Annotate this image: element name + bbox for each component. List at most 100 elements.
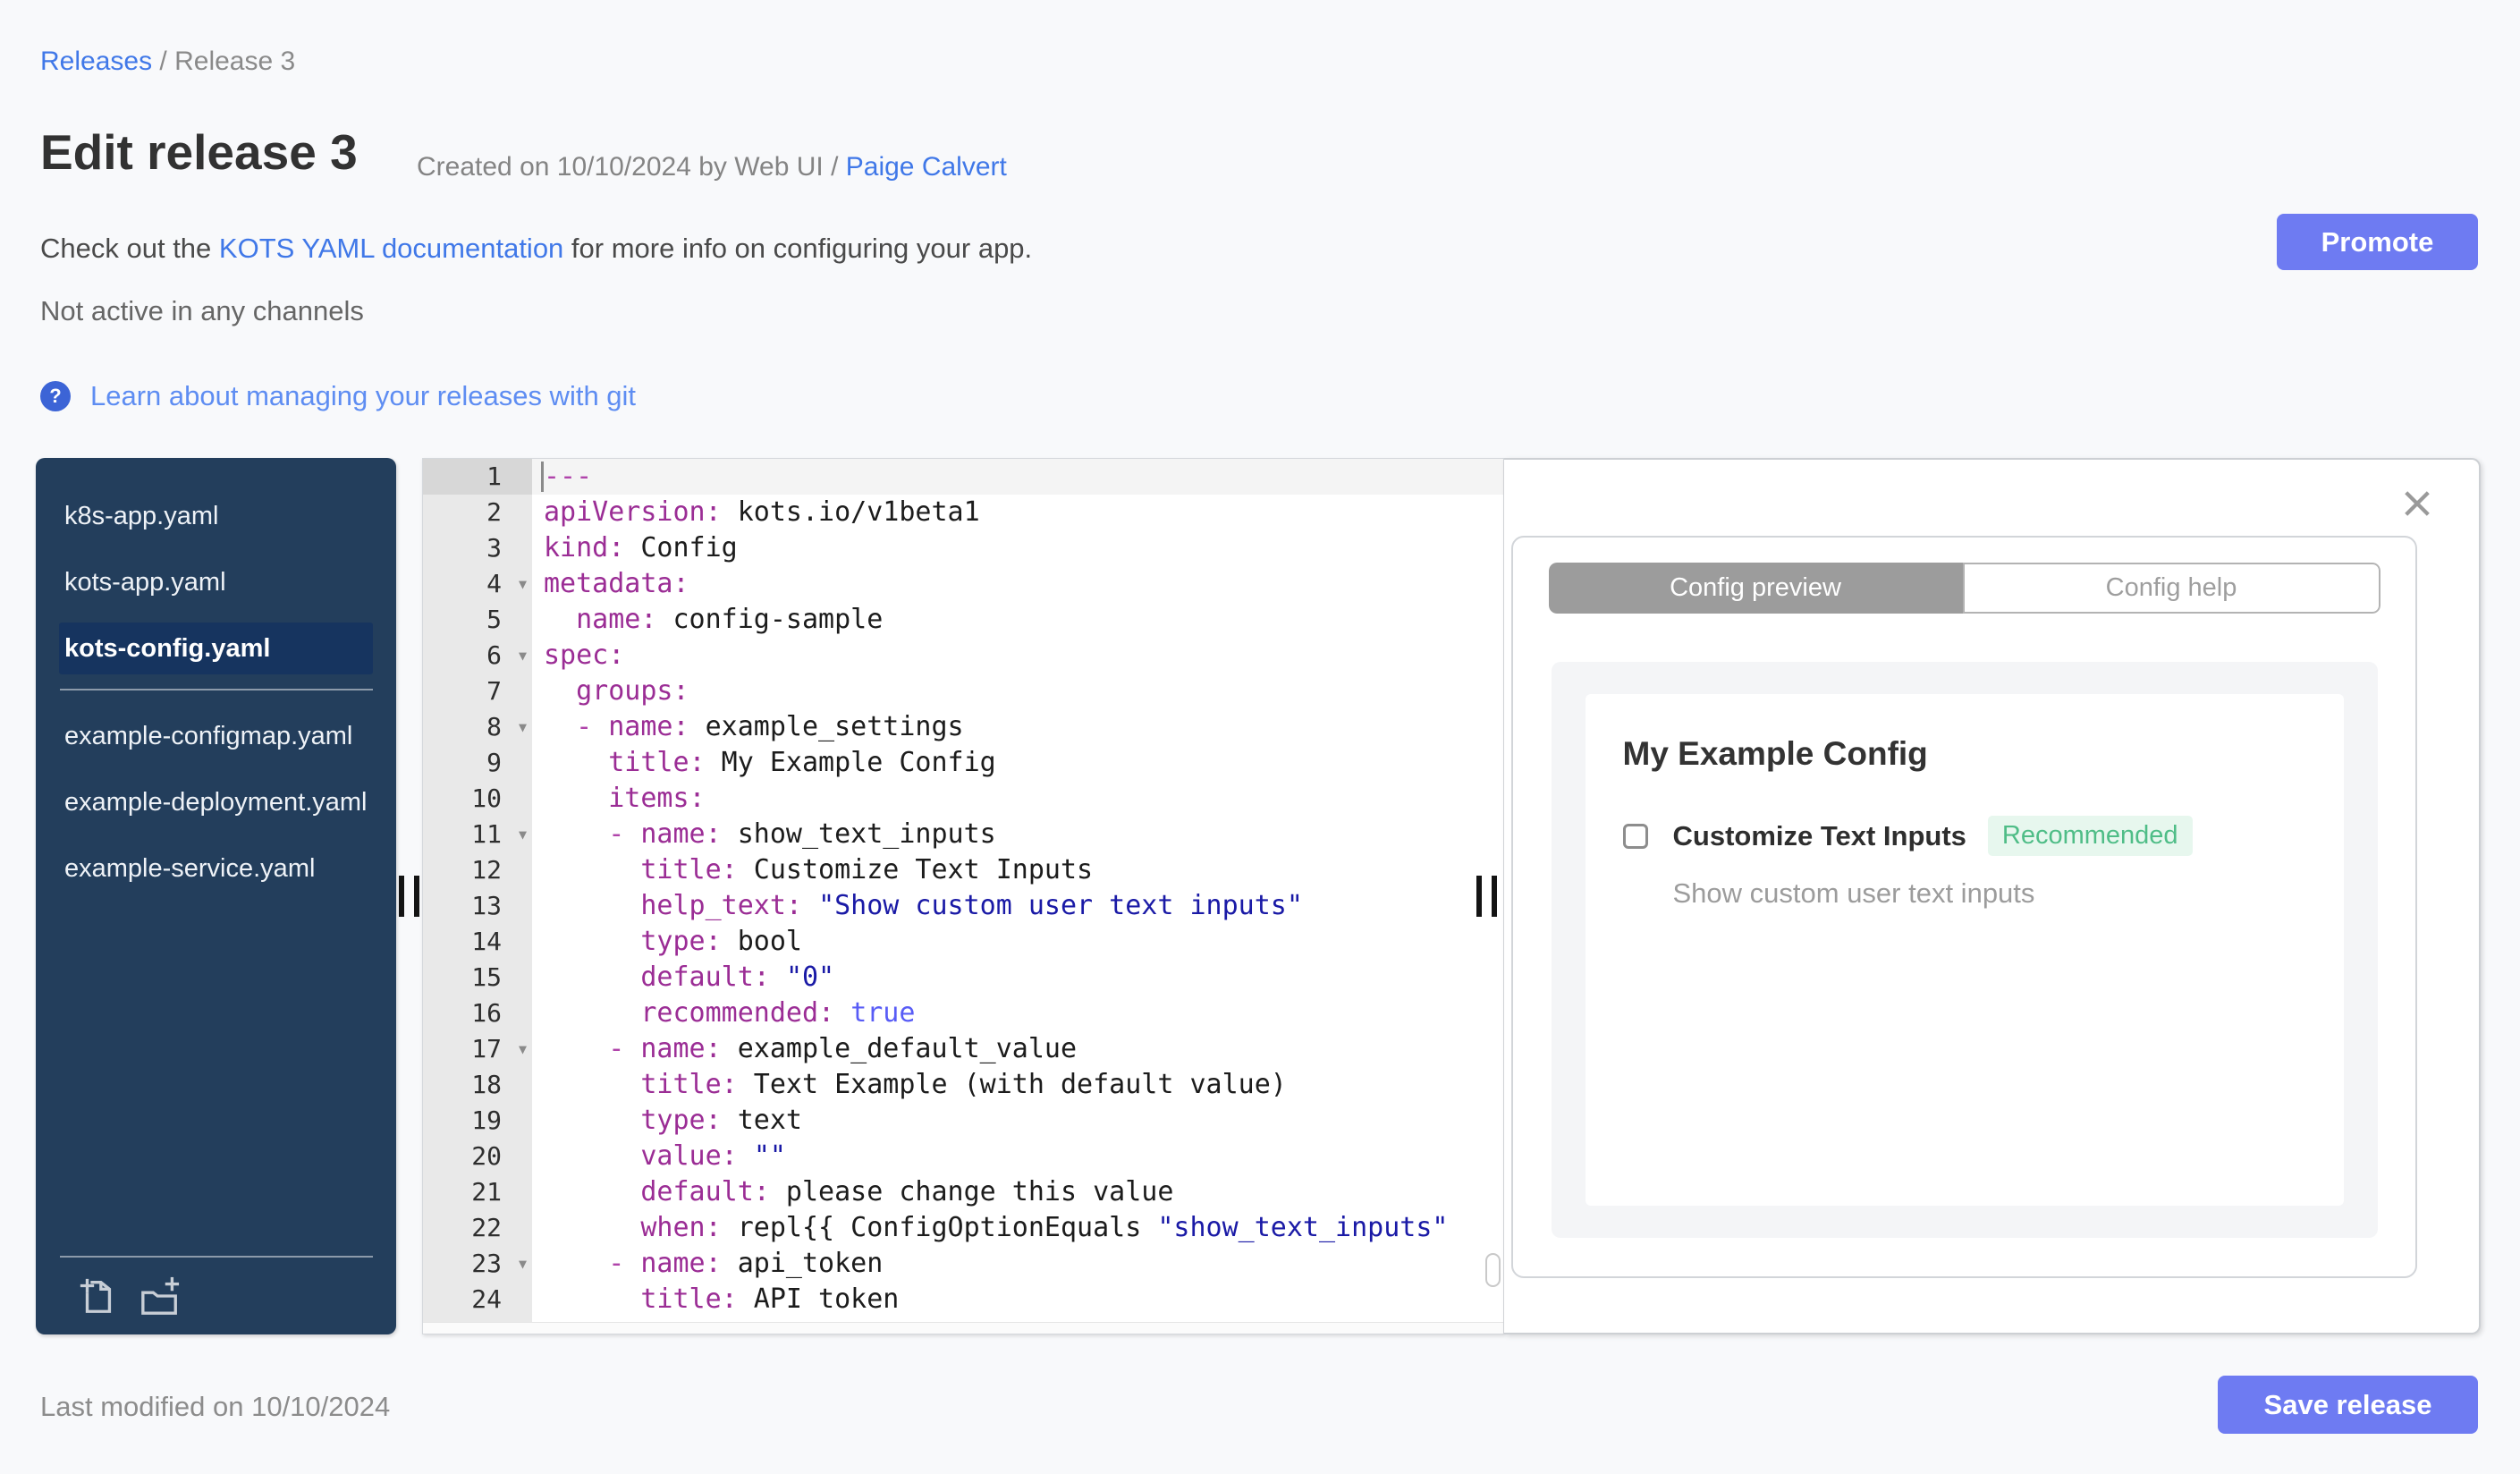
page-title: Edit release 3 — [40, 124, 358, 180]
save-release-button[interactable]: Save release — [2218, 1376, 2478, 1434]
code-line: when: repl{{ ConfigOptionEquals "show_te… — [640, 1212, 1449, 1243]
code-line: default: "0" — [640, 961, 835, 993]
code-line: title: Customize Text Inputs — [640, 854, 1094, 885]
channel-status: Not active in any channels — [40, 295, 364, 326]
line-number: 19 — [471, 1106, 502, 1135]
code-line: - name: show_text_inputs — [608, 818, 996, 850]
sidebar-actions — [36, 1252, 396, 1334]
code-line: title: API token — [640, 1283, 900, 1315]
line-number: 23 ▼ — [423, 1246, 532, 1282]
config-tabs: Config preview Config help — [1548, 563, 2380, 614]
line-number: 9 — [486, 748, 502, 777]
tab-config-help[interactable]: Config help — [1962, 563, 2380, 614]
line-number: 6 ▼ — [423, 638, 532, 673]
fold-arrow-icon[interactable]: ▼ — [519, 1031, 527, 1067]
sidebar-resize-handle[interactable] — [396, 458, 422, 1334]
breadcrumb-separator: / — [152, 47, 175, 76]
docs-text-before: Check out the — [40, 233, 219, 264]
fold-arrow-icon[interactable]: ▼ — [519, 566, 527, 602]
line-number: 18 — [471, 1070, 502, 1099]
helm-file-list: example-configmap.yaml example-deployment… — [36, 710, 396, 894]
add-file-icon[interactable] — [77, 1275, 118, 1317]
code-line: - name: api_token — [608, 1248, 884, 1279]
line-number: 2 — [486, 497, 502, 527]
author-link[interactable]: Paige Calvert — [846, 152, 1007, 182]
line-number: 12 — [471, 855, 502, 885]
code-line: type: text — [640, 1105, 802, 1136]
line-number: 24 — [471, 1284, 502, 1314]
sidebar-file-k8s-app-yaml[interactable]: k8s-app.yaml — [59, 490, 373, 542]
line-number: 22 — [471, 1213, 502, 1242]
question-mark-icon: ? — [40, 381, 71, 411]
editor-code[interactable]: --- apiVersion: kots.io/v1beta1 kind: Conf… — [532, 459, 1503, 1322]
created-info: Created on 10/10/2024 by Web UI / Paige … — [417, 152, 1007, 182]
editor-gutter: 1 2 3 4 ▼ 5 6 ▼ 7 8 ▼ 9 10 11 ▼ 12 13 14 15 16 17 ▼ 18 19 20 21 22… — [423, 459, 532, 1322]
promote-button[interactable]: Promote — [2277, 214, 2478, 270]
release-editor-row: k8s-app.yaml kots-app.yaml kots-config.yam… — [36, 458, 2481, 1334]
docs-line: Check out the KOTS YAML documentation fo… — [40, 233, 1032, 265]
config-item-row: Customize Text Inputs Recommended — [1622, 816, 2317, 856]
git-releases-link[interactable]: Learn about managing your releases with … — [90, 380, 636, 412]
kots-file-list: k8s-app.yaml kots-app.yaml kots-config.yam… — [36, 490, 396, 674]
file-group-divider — [60, 689, 373, 690]
code-line: help_text: "Show custom user text inputs… — [640, 890, 1303, 921]
editor-resize-handle[interactable] — [1473, 459, 1500, 1334]
line-number: 7 — [486, 676, 502, 706]
resize-bar — [414, 876, 419, 917]
code-line: value: "" — [640, 1140, 786, 1172]
line-number: 1 — [423, 459, 532, 495]
tab-config-preview[interactable]: Config preview — [1548, 563, 1963, 614]
code-line: - name: example_settings — [576, 711, 964, 742]
edit-release-page: Releases / Release 3 Edit release 3 Crea… — [0, 0, 2520, 1474]
code-line: recommended: true — [640, 997, 916, 1029]
yaml-editor[interactable]: 1 2 3 4 ▼ 5 6 ▼ 7 8 ▼ 9 10 11 ▼ 12 13 14 15 16 17 ▼ 18 19 20 21 22… — [422, 458, 1504, 1334]
code-line: metadata: — [544, 568, 689, 599]
config-preview-area: My Example Config Customize Text Inputs … — [1551, 662, 2378, 1238]
code-line: kind: Config — [544, 532, 738, 563]
breadcrumb: Releases / Release 3 — [40, 47, 295, 77]
kots-yaml-docs-link[interactable]: KOTS YAML documentation — [219, 233, 563, 264]
line-number: 11 ▼ — [423, 817, 532, 852]
code-line: spec: — [544, 640, 625, 671]
fold-arrow-icon[interactable]: ▼ — [519, 709, 527, 745]
line-number: 8 ▼ — [423, 709, 532, 745]
fold-arrow-icon[interactable]: ▼ — [519, 638, 527, 673]
git-help-line: ? Learn about managing your releases wit… — [40, 380, 636, 412]
line-number: 21 — [471, 1177, 502, 1207]
sidebar-file-example-service-yaml[interactable]: example-service.yaml — [59, 843, 373, 894]
code-line: groups: — [576, 675, 689, 707]
config-preview-panel: Config preview Config help My Example Con… — [1504, 458, 2481, 1334]
fold-arrow-icon[interactable]: ▼ — [519, 1246, 527, 1282]
editor-hscrollbar[interactable] — [423, 1322, 1503, 1334]
resize-bar — [399, 876, 404, 917]
breadcrumb-current: Release 3 — [174, 47, 296, 76]
line-number: 13 — [471, 891, 502, 920]
code-line: title: Text Example (with default value) — [640, 1069, 1287, 1100]
line-number: 25 — [423, 1317, 532, 1322]
sidebar-file-kots-config-yaml[interactable]: kots-config.yaml — [59, 623, 373, 674]
customize-text-inputs-checkbox[interactable] — [1622, 823, 1648, 849]
breadcrumb-releases-link[interactable]: Releases — [40, 47, 152, 76]
sidebar-file-example-configmap-yaml[interactable]: example-configmap.yaml — [59, 710, 373, 762]
code-line: title: My Example Config — [608, 747, 996, 778]
code-line: type: bool — [640, 926, 802, 957]
add-folder-icon[interactable] — [138, 1275, 182, 1317]
code-viewport: 1 2 3 4 ▼ 5 6 ▼ 7 8 ▼ 9 10 11 ▼ 12 13 14 15 16 17 ▼ 18 19 20 21 22… — [423, 459, 1503, 1322]
fold-arrow-icon[interactable]: ▼ — [519, 817, 527, 852]
recommended-badge: Recommended — [1987, 816, 2193, 856]
sidebar-file-example-deployment-yaml[interactable]: example-deployment.yaml — [59, 776, 373, 828]
resize-bar — [1476, 876, 1482, 917]
config-group-card: My Example Config Customize Text Inputs … — [1585, 694, 2344, 1206]
config-item-label: Customize Text Inputs — [1672, 819, 1966, 851]
line-number: 17 ▼ — [423, 1031, 532, 1067]
line-number: 5 — [486, 605, 502, 634]
last-modified-text: Last modified on 10/10/2024 — [40, 1391, 391, 1422]
line-number: 20 — [471, 1141, 502, 1171]
sidebar-actions-divider — [60, 1256, 373, 1258]
text-cursor — [541, 462, 544, 492]
close-icon[interactable] — [2402, 488, 2432, 519]
code-line: type: password — [532, 1317, 1503, 1322]
sidebar-action-icons — [36, 1258, 396, 1320]
config-group-title: My Example Config — [1622, 735, 1928, 772]
sidebar-file-kots-app-yaml[interactable]: kots-app.yaml — [59, 556, 373, 608]
